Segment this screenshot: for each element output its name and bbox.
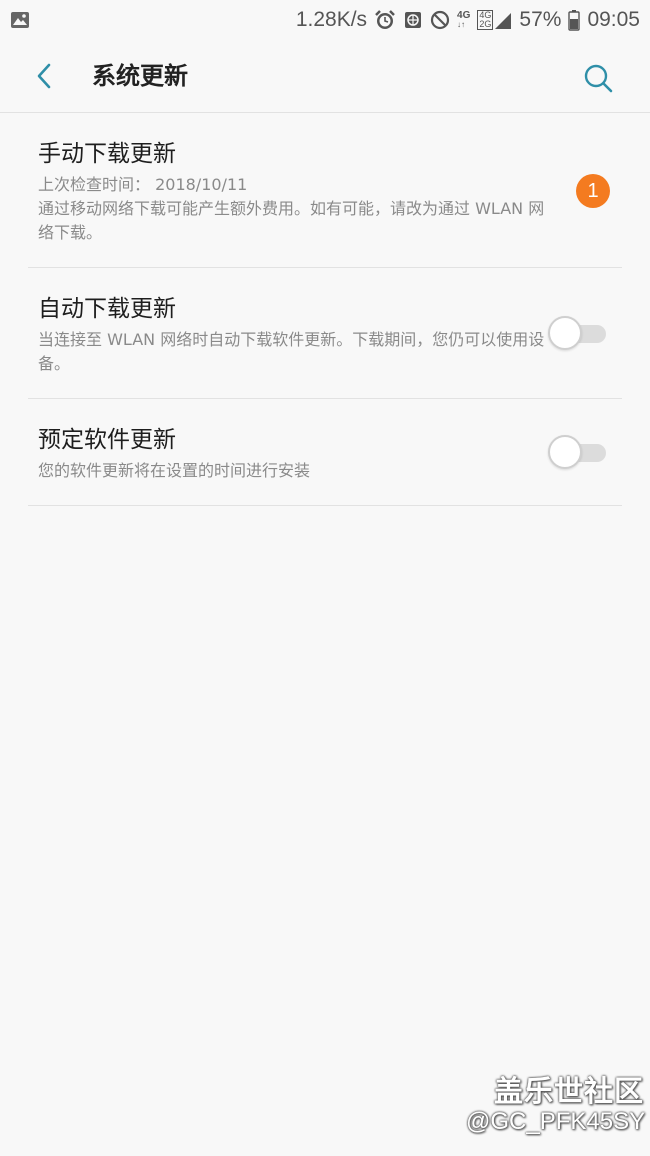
- scheduled-update-title: 预定软件更新: [38, 427, 176, 453]
- gallery-icon: [10, 11, 30, 29]
- scheduled-update-description: 您的软件更新将在设置的时间进行安装: [38, 461, 311, 480]
- search-button[interactable]: [578, 58, 618, 98]
- chevron-left-icon: [37, 63, 51, 89]
- network-speed: 1.28K/s: [295, 8, 368, 31]
- settings-list: 手动下载更新 上次检查时间： 2018/10/11 通过移动网络下载可能产生额外…: [28, 113, 622, 506]
- alarm-icon: [374, 9, 396, 31]
- signal-icon: 4G 2G: [477, 10, 512, 30]
- back-button[interactable]: [26, 58, 62, 94]
- update-count-badge: 1: [576, 174, 610, 208]
- manual-download-subtitle: 上次检查时间： 2018/10/11 通过移动网络下载可能产生额外费用。如有可能…: [38, 173, 558, 245]
- auto-download-description: 当连接至 WLAN 网络时自动下载软件更新。下载期间，您仍可以使用设备。: [38, 330, 545, 373]
- block-icon: [430, 10, 450, 30]
- scheduled-update-item[interactable]: 预定软件更新 您的软件更新将在设置的时间进行安装: [28, 399, 622, 506]
- vpn-icon: [403, 10, 423, 30]
- toggle-knob: [548, 435, 582, 469]
- manual-download-update-item[interactable]: 手动下载更新 上次检查时间： 2018/10/11 通过移动网络下载可能产生额外…: [28, 113, 622, 268]
- battery-percent: 57%: [519, 8, 562, 31]
- app-header: 系统更新: [0, 40, 650, 112]
- network-4g-indicator: 4G ↓↑: [457, 10, 471, 30]
- auto-download-update-item[interactable]: 自动下载更新 当连接至 WLAN 网络时自动下载软件更新。下载期间，您仍可以使用…: [28, 268, 622, 399]
- status-bar: 1.28K/s 4G ↓↑ 4G 2G 57% 09:05: [0, 0, 650, 40]
- page-title: 系统更新: [92, 62, 188, 90]
- scheduled-update-toggle[interactable]: [548, 435, 608, 469]
- manual-download-description: 通过移动网络下载可能产生额外费用。如有可能，请改为通过 WLAN 网络下载。: [38, 199, 545, 242]
- auto-download-title: 自动下载更新: [38, 296, 176, 322]
- battery-icon: [568, 9, 581, 31]
- toggle-knob: [548, 316, 582, 350]
- watermark-username: @GC_PFK45SY: [466, 1108, 646, 1135]
- last-check-time: 上次检查时间： 2018/10/11: [38, 175, 248, 194]
- manual-download-title: 手动下载更新: [38, 141, 176, 167]
- clock: 09:05: [587, 8, 640, 31]
- auto-download-toggle[interactable]: [548, 316, 608, 350]
- search-icon: [584, 64, 613, 93]
- watermark-logo-text: 盖乐世社区: [494, 1074, 645, 1108]
